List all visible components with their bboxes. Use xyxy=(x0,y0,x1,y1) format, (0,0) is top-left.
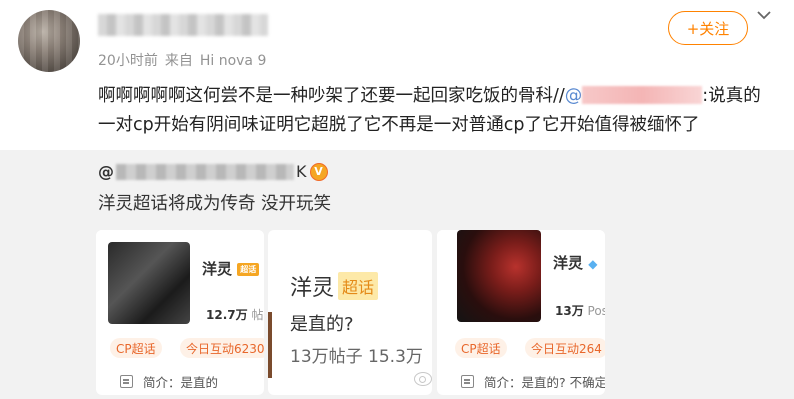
cp-supertopic-chip: CP超话 xyxy=(110,338,162,358)
card-header: 洋灵 超话 12.7万 帖… xyxy=(96,230,264,334)
card-stats: 13万 Pos xyxy=(555,304,605,318)
mention-name-blurred[interactable] xyxy=(582,86,703,104)
daily-interaction-chip: 今日互动264 xyxy=(525,338,605,358)
verified-badge-icon: V xyxy=(309,162,328,181)
card-cover-image xyxy=(108,242,190,324)
description-icon xyxy=(120,375,133,388)
repost-username-blurred[interactable] xyxy=(116,163,294,180)
cp-supertopic-chip: CP超话 xyxy=(455,338,507,358)
repost-text: 洋灵超话将成为传奇 没开玩笑 xyxy=(98,194,332,214)
post-body: 啊啊啊啊啊这何尝不是一种吵架了还要一起回家吃饭的骨科//@:说真的一对cp开始有… xyxy=(98,82,778,140)
supertopic-mini-tag: 超话 xyxy=(237,263,260,276)
source-device: Hi nova 9 xyxy=(199,53,267,69)
repost-user-tail: K xyxy=(296,162,307,181)
daily-interaction-chip: 今日互动6230 xyxy=(180,338,264,358)
supertopic-card-1[interactable]: 洋灵 超话 12.7万 帖… CP超话 今日互动6230 简介：是直的 xyxy=(96,230,264,395)
username-blurred[interactable] xyxy=(98,14,268,36)
post-text-prefix: 啊啊啊啊啊这何尝不是一种吵架了还要一起回家吃饭的骨科// xyxy=(98,86,565,106)
supertopic-card-2[interactable]: 洋灵 超话 是直的? 13万帖子 15.3万 xyxy=(268,230,432,395)
mention-link[interactable]: @ xyxy=(565,86,703,106)
card-cover-image xyxy=(457,230,541,322)
supertopic-tag: 超话 xyxy=(338,272,379,300)
card-title: 洋灵 超话 xyxy=(290,270,379,302)
chevron-down-icon[interactable] xyxy=(756,8,772,22)
diamond-icon: ◆ xyxy=(588,257,598,271)
post-time[interactable]: 20小时前 xyxy=(98,53,158,69)
supertopic-card-3[interactable]: 洋灵 ◆ 13万 Pos CP超话 今日互动264 简介：是直的? 不确定 xyxy=(437,230,605,395)
source-prefix: 来自 xyxy=(164,53,193,69)
repost-user[interactable]: @ K V xyxy=(98,162,328,181)
description-icon xyxy=(461,375,474,388)
card-description: 简介：是直的? 不确定 xyxy=(461,372,605,391)
card-header: 洋灵 ◆ 13万 Pos xyxy=(437,230,605,334)
card-stats: 13万帖子 15.3万 xyxy=(290,347,423,367)
card-subtitle: 是直的? xyxy=(290,314,354,335)
card-stats: 12.7万 帖… xyxy=(206,308,264,322)
card-title: 洋灵 ◆ xyxy=(553,254,598,272)
card-description: 简介：是直的 xyxy=(120,372,218,391)
avatar[interactable] xyxy=(18,10,80,72)
follow-button[interactable]: +关注 xyxy=(668,11,748,45)
card-title: 洋灵 超话 xyxy=(202,258,260,279)
weibo-watermark-icon xyxy=(414,372,432,386)
post-meta: 20小时前 来自 Hi nova 9 xyxy=(98,50,273,70)
card-edge-image xyxy=(268,312,272,378)
